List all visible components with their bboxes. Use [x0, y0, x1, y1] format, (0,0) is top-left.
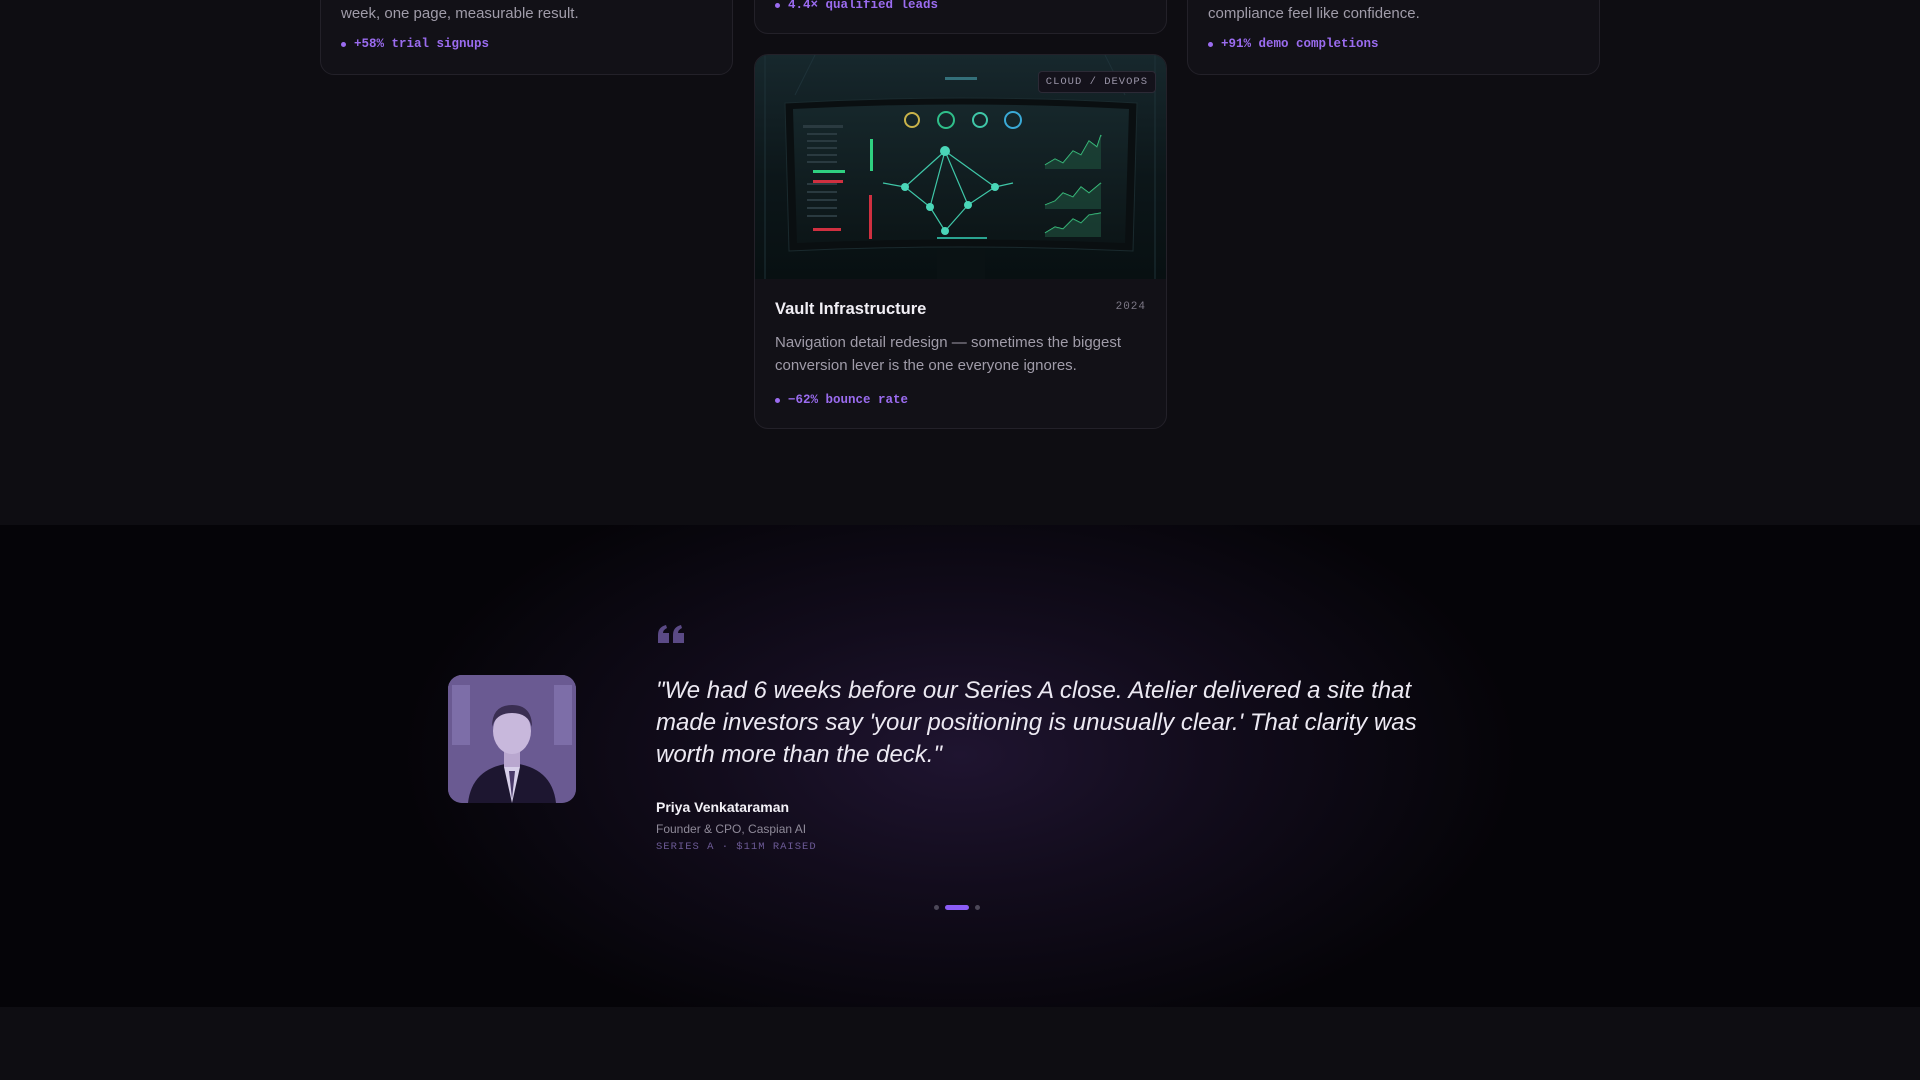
card-description: week, one page, measurable result.	[341, 5, 579, 22]
case-study-card-right[interactable]: compliance feel like confidence. +91% de…	[1187, 0, 1600, 75]
avatar-photo-icon	[448, 675, 576, 803]
card-metric: +91% demo completions	[1208, 37, 1379, 51]
carousel-dot-3[interactable]	[975, 905, 980, 910]
metric-bullet-icon	[341, 41, 346, 47]
card-year: 2024	[1115, 301, 1146, 313]
metric-label: +91% demo completions	[1221, 37, 1379, 51]
metric-label: 4.4× qualified leads	[788, 0, 939, 12]
case-study-card-middle-top[interactable]: 4.4× qualified leads	[754, 0, 1167, 34]
metric-bullet-icon	[775, 397, 780, 403]
next-section-strip	[0, 1007, 1920, 1080]
author-role: Founder & CPO, Caspian AI	[656, 822, 807, 836]
card-metric: 4.4× qualified leads	[775, 0, 938, 12]
card-metric: −62% bounce rate	[775, 393, 908, 407]
project-thumbnail: CLOUD / DEVOPS	[755, 55, 1166, 279]
case-study-card-vault[interactable]: CLOUD / DEVOPS Vault Infrastructure 2024…	[754, 54, 1167, 429]
carousel-dot-2[interactable]	[945, 905, 969, 910]
author-name: Priya Venkataraman	[656, 799, 790, 815]
metric-label: +58% trial signups	[354, 37, 490, 51]
case-study-card-left[interactable]: week, one page, measurable result. +58% …	[320, 0, 733, 75]
card-title: Vault Infrastructure	[775, 300, 927, 318]
avatar	[448, 675, 576, 803]
category-tag: CLOUD / DEVOPS	[1037, 71, 1156, 93]
carousel-dots	[934, 905, 980, 910]
metric-bullet-icon	[775, 2, 780, 8]
quote-mark-icon	[658, 625, 684, 643]
card-description: compliance feel like confidence.	[1208, 5, 1420, 22]
metric-bullet-icon	[1208, 41, 1213, 47]
metric-label: −62% bounce rate	[788, 393, 909, 407]
author-meta: SERIES A · $11M RAISED	[656, 841, 817, 853]
carousel-dot-1[interactable]	[934, 905, 939, 910]
testimonial-quote: "We had 6 weeks before our Series A clos…	[656, 677, 1417, 768]
card-description: Navigation detail redesign — sometimes t…	[775, 334, 1122, 374]
card-metric: +58% trial signups	[341, 37, 489, 51]
testimonial-section: "We had 6 weeks before our Series A clos…	[0, 525, 1920, 1007]
